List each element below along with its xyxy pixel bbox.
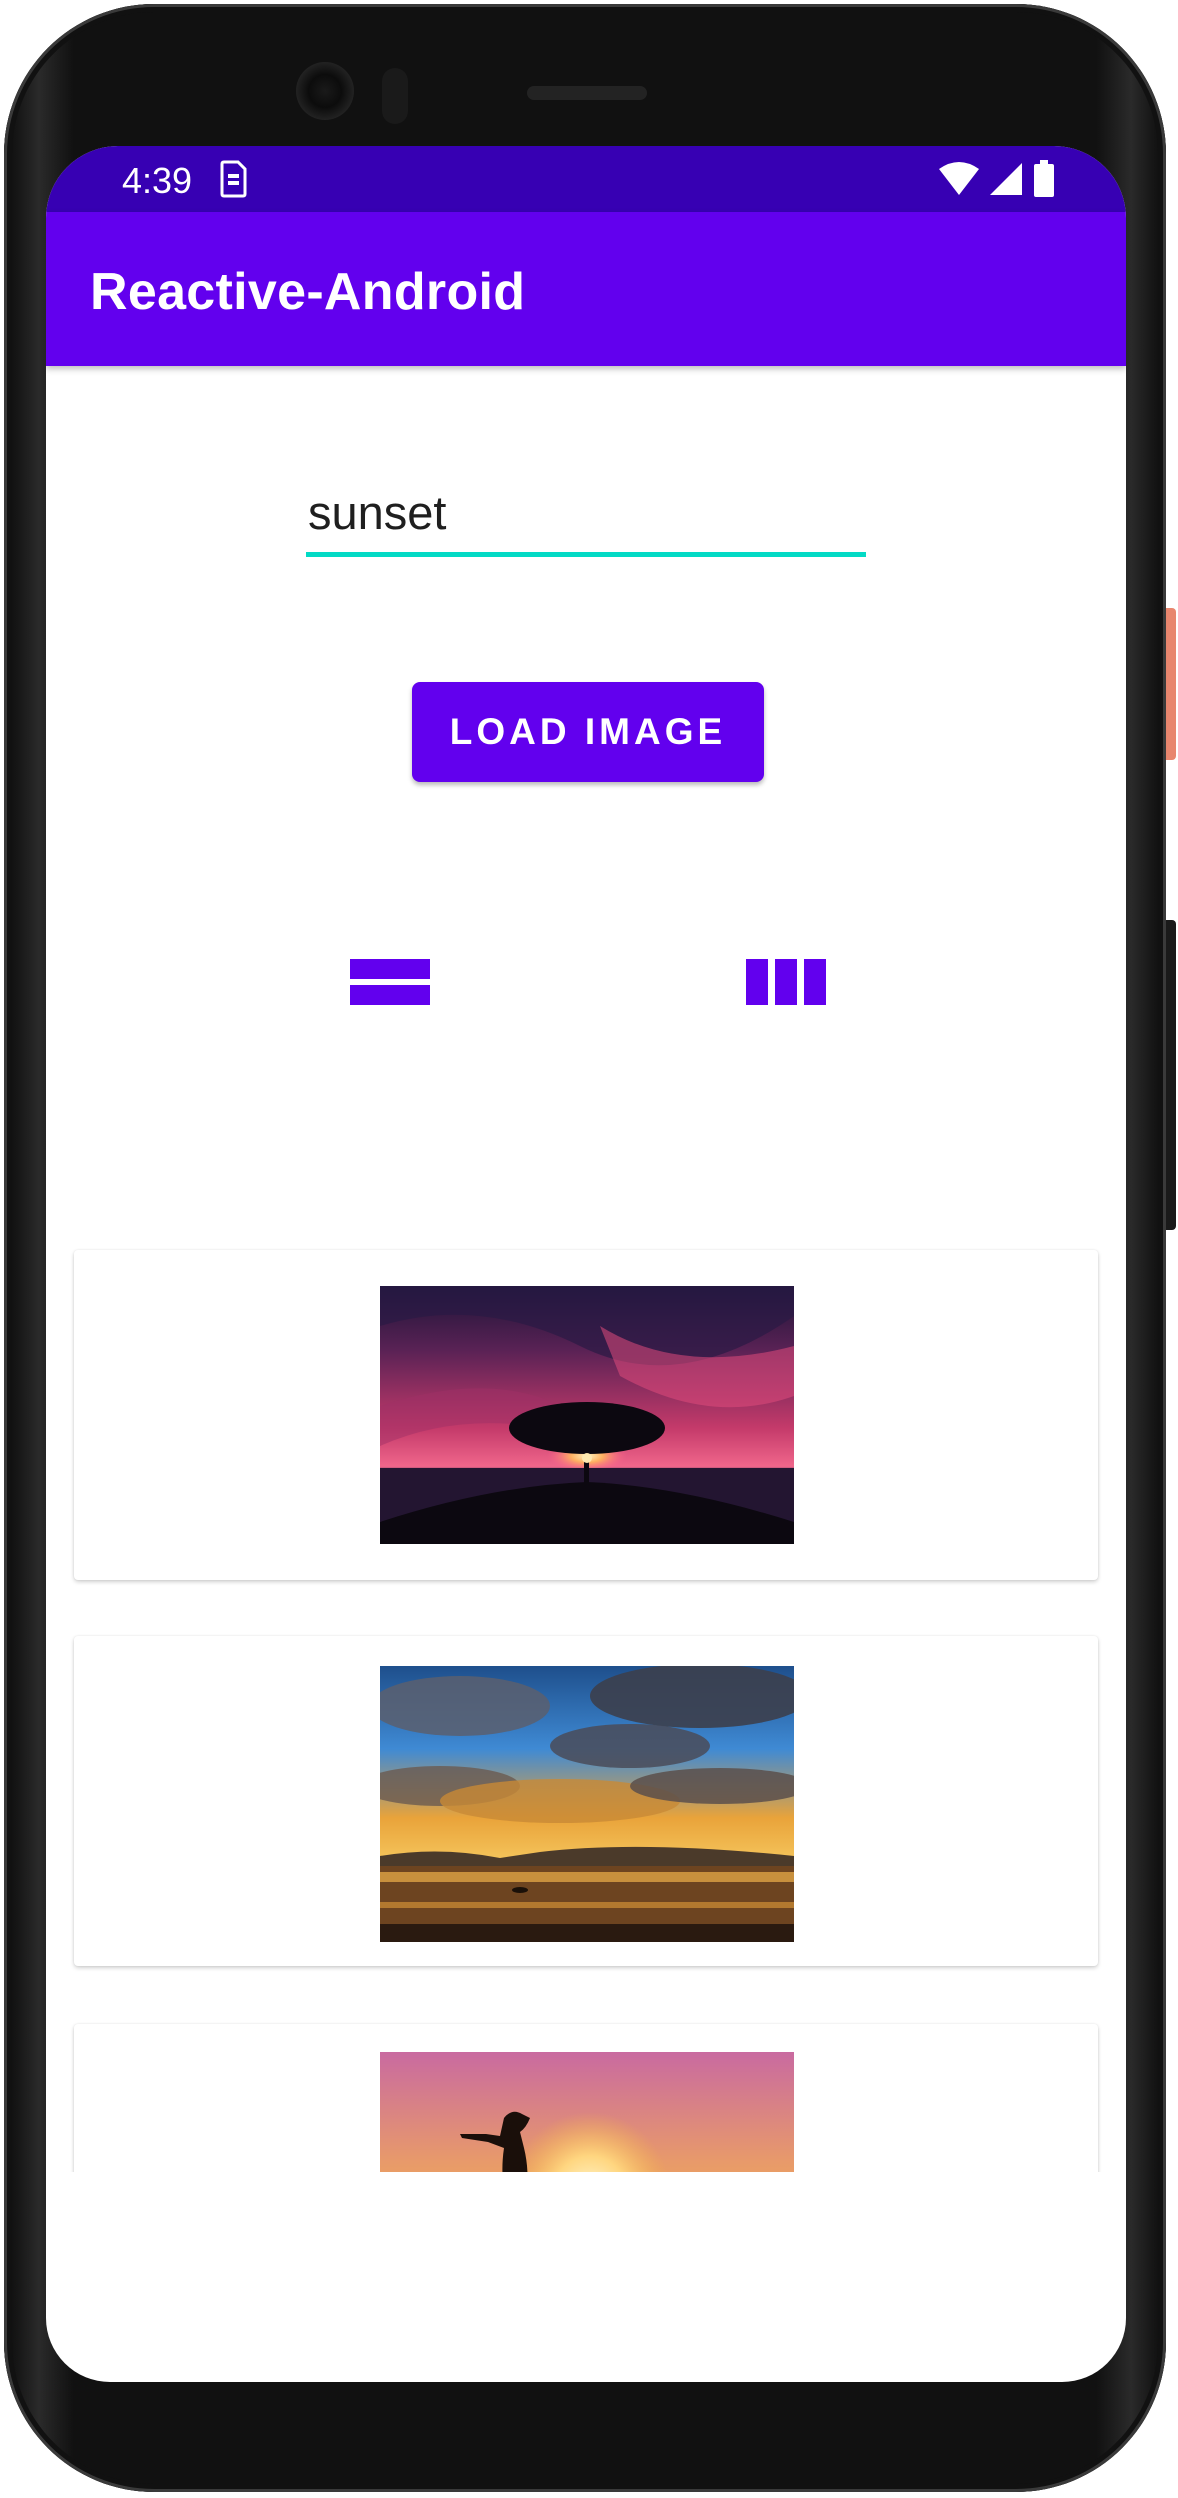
- status-bar: 4:39: [46, 146, 1126, 212]
- search-underline: [306, 552, 866, 557]
- search-field[interactable]: [306, 476, 866, 560]
- image-card[interactable]: [74, 2024, 1098, 2172]
- image-card[interactable]: [74, 1250, 1098, 1580]
- load-image-button[interactable]: LOAD IMAGE: [412, 682, 764, 782]
- search-input[interactable]: [306, 476, 866, 548]
- screen: 4:39 Reactive-Android sunset LOAD IMAGE: [46, 146, 1126, 2382]
- image-card[interactable]: [74, 1636, 1098, 1966]
- app-title: Reactive-Android: [90, 263, 526, 321]
- woman-silhouette-sunset-image: [380, 2052, 794, 2172]
- cloudy-sunset-over-sea-image: [380, 1666, 794, 1942]
- list-layout-button[interactable]: [340, 942, 440, 1022]
- status-time: 4:39: [122, 160, 193, 201]
- device-frame: 4:39 Reactive-Android sunset LOAD IMAGE: [0, 0, 1178, 2498]
- tree-silhouette-sunset-image: [380, 1286, 794, 1544]
- view-column-icon: [746, 959, 826, 1005]
- sim-card-icon: [220, 160, 247, 198]
- front-camera: [296, 62, 354, 120]
- app-bar: Reactive-Android: [46, 212, 1126, 366]
- image-list[interactable]: [46, 1100, 1126, 2172]
- status-icons: [938, 160, 1056, 198]
- view-stream-icon: [350, 959, 430, 1005]
- grid-layout-button[interactable]: [736, 942, 836, 1022]
- power-button: [1166, 608, 1176, 760]
- signal-icon: [990, 163, 1022, 195]
- wifi-icon: [939, 162, 979, 195]
- earpiece-speaker: [527, 86, 647, 100]
- volume-button: [1166, 920, 1176, 1230]
- battery-icon: [1034, 160, 1054, 197]
- proximity-sensor: [382, 68, 408, 124]
